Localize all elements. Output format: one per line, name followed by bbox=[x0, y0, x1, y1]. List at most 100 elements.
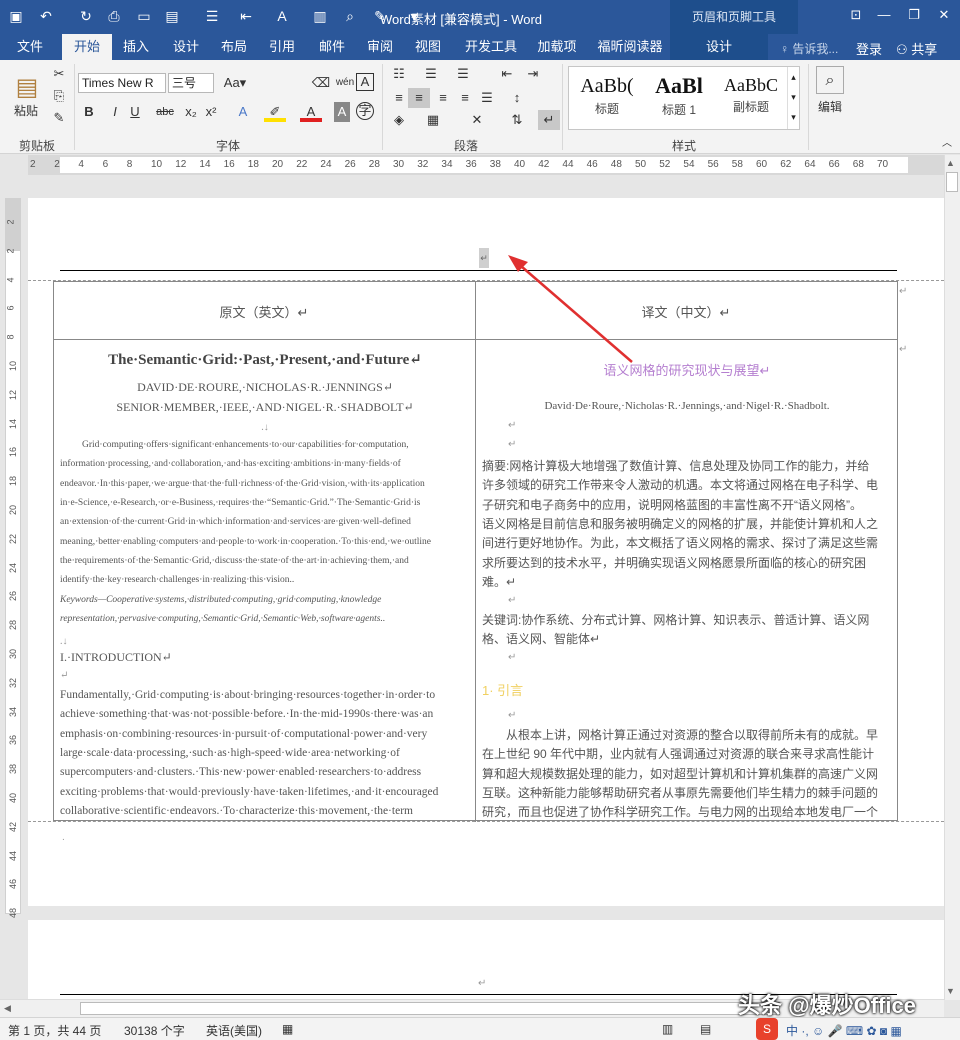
tab-mailings[interactable]: 邮件 bbox=[310, 34, 354, 60]
superscript-icon[interactable]: x² bbox=[200, 102, 222, 122]
italic-icon[interactable]: I bbox=[104, 102, 126, 122]
distributed-icon[interactable]: ☰ bbox=[476, 88, 498, 108]
en-abstract-line[interactable]: in·e-Science,·e-Research,·or·e-Business,… bbox=[60, 498, 470, 508]
word-count[interactable]: 30138 个字 bbox=[124, 1022, 185, 1039]
en-abstract-line[interactable]: meaning,·better·enabling·computers·and·p… bbox=[60, 537, 470, 547]
read-mode-icon[interactable]: ▥ bbox=[662, 1022, 673, 1036]
en-intro-line[interactable]: collaborative·scientific·endeavors.·To·c… bbox=[60, 805, 470, 817]
font-name-box[interactable]: Times New R bbox=[78, 73, 166, 93]
cn-intro-line[interactable]: 在上世纪 90 年代中期，业内就有人强调通过对资源的联合来寻求高性能计 bbox=[482, 745, 892, 762]
font-size-box[interactable]: 三号 bbox=[168, 73, 214, 93]
layout-icon[interactable]: ☰ bbox=[202, 6, 222, 26]
subscript-icon[interactable]: x₂ bbox=[180, 102, 202, 122]
tab-view[interactable]: 视图 bbox=[406, 34, 450, 60]
minimize-button[interactable]: — bbox=[870, 4, 898, 26]
tab-developer[interactable]: 开发工具 bbox=[458, 34, 524, 60]
en-intro-line[interactable]: large·scale·data·processing,·such·as·hig… bbox=[60, 747, 470, 759]
undo-icon[interactable]: ↶ bbox=[36, 6, 56, 26]
cn-abstract-line[interactable]: 语义网格是目前信息和服务被明确定义的网格的扩展，并能使计算机和人之 bbox=[482, 515, 892, 532]
style-title[interactable]: AaBb( 标题 bbox=[571, 67, 643, 129]
char-border-icon[interactable]: A bbox=[356, 73, 374, 91]
bullets-icon[interactable]: ☷ bbox=[388, 64, 410, 84]
enclose-char-icon[interactable]: 字 bbox=[356, 102, 374, 120]
en-authors-line2[interactable]: SENIOR·MEMBER,·IEEE,·AND·NIGEL·R.·SHADBO… bbox=[60, 400, 470, 415]
tab-file[interactable]: 文件 bbox=[8, 34, 52, 60]
header-cell-english[interactable]: 原文（英文）↵ bbox=[54, 302, 474, 321]
cn-intro-heading[interactable]: 1· 引言 bbox=[482, 680, 892, 699]
numbering-icon[interactable]: ☰ bbox=[420, 64, 442, 84]
en-intro-heading[interactable]: I.·INTRODUCTION↵ bbox=[60, 650, 470, 665]
tab-layout[interactable]: 布局 bbox=[212, 34, 256, 60]
sort-icon[interactable]: ⇅ bbox=[506, 110, 528, 130]
scroll-left-icon[interactable]: ◀ bbox=[4, 1003, 11, 1014]
tab-review[interactable]: 审阅 bbox=[358, 34, 402, 60]
pinyin-icon[interactable]: wén bbox=[334, 73, 356, 93]
en-authors-line1[interactable]: DAVID·DE·ROURE,·NICHOLAS·R.·JENNINGS↵ bbox=[60, 380, 470, 395]
horizontal-ruler[interactable]: 2 2 4 6 8 10 12 14 16 18 20 22 24 26 28 30 32 34 36 38 40 42 4… bbox=[28, 155, 944, 175]
tell-me-box[interactable]: ♀ 告诉我... bbox=[780, 40, 838, 57]
cn-intro-line[interactable]: 互联。这种新能力能够帮助研究者从事原先需要他们毕生精力的棘手问题的 bbox=[482, 784, 892, 801]
find-icon[interactable]: ⌕ bbox=[816, 66, 844, 94]
cn-abstract-line[interactable]: 间进行更好地协作。为此，本文概括了语义网格的需求、探讨了满足这些需 bbox=[482, 534, 892, 551]
cn-intro-line[interactable]: 从根本上讲，网格计算正通过对资源的整合以取得前所未有的成就。早 bbox=[482, 726, 892, 743]
cn-abstract-line[interactable]: 许多领域的研究工作带来令人激动的机遇。本文将通过网格在电子科学、电 bbox=[482, 476, 892, 493]
align-left-icon[interactable]: ≡ bbox=[388, 88, 410, 108]
text-effects-icon[interactable]: A bbox=[232, 102, 254, 122]
vertical-ruler[interactable]: 2 2 4 6 8 10 12 14 16 18 20 22 24 26 28 30 32 34 36 38 40 42 4… bbox=[5, 198, 21, 918]
ribbon-options-button[interactable]: ⊡ bbox=[842, 4, 870, 26]
line-spacing-icon[interactable]: ↕ bbox=[506, 88, 528, 108]
scroll-down-icon[interactable]: ▼ bbox=[946, 986, 955, 996]
en-abstract-line[interactable]: endeavor.·In·this·paper,·we·argue·that·t… bbox=[60, 479, 470, 489]
tab-header-footer-design[interactable]: 设计 bbox=[670, 34, 768, 60]
chinese-layout-icon[interactable]: ✕ bbox=[466, 110, 488, 130]
cn-abstract-line[interactable]: 难。↵ bbox=[482, 573, 892, 590]
en-intro-line[interactable]: Fundamentally,·Grid·computing·is·about·b… bbox=[60, 689, 470, 701]
align-qa-icon[interactable]: ⇤ bbox=[236, 6, 256, 26]
hscroll-thumb[interactable] bbox=[80, 1002, 780, 1015]
tab-foxit[interactable]: 福昕阅读器 bbox=[592, 34, 668, 60]
cn-intro-line[interactable]: 研究，而且也促进了协作科学研究工作。与电力网的出现给本地发电厂一个 bbox=[482, 803, 892, 820]
show-marks-icon[interactable]: ↵ bbox=[538, 110, 560, 130]
editing-button[interactable]: 编辑 bbox=[812, 98, 848, 115]
shading-icon[interactable]: ◈ bbox=[388, 110, 410, 130]
cn-keywords-line[interactable]: 格、语义网、智能体↵ bbox=[482, 630, 892, 647]
justify-icon[interactable]: ≡ bbox=[454, 88, 476, 108]
clear-format-icon[interactable]: ⌫ bbox=[310, 73, 332, 93]
language[interactable]: 英语(美国) bbox=[206, 1022, 262, 1039]
underline-icon[interactable]: U bbox=[124, 102, 146, 122]
cn-intro-line[interactable]: 算和超大规模数据处理的能力，如对超型计算机和计算机集群的高速广义网 bbox=[482, 765, 892, 782]
format-painter-icon[interactable]: ✎ bbox=[48, 108, 70, 128]
restore-button[interactable]: ❐ bbox=[900, 4, 928, 26]
en-abstract-line[interactable]: identify·the·key·research·challenges·in·… bbox=[60, 575, 470, 585]
align-right-icon[interactable]: ≡ bbox=[432, 88, 454, 108]
vertical-scrollbar[interactable] bbox=[944, 155, 960, 1000]
copy-icon[interactable]: ⎘ bbox=[48, 86, 70, 106]
collapse-ribbon-icon[interactable]: ︿ bbox=[936, 134, 958, 154]
print-preview-icon[interactable]: ⎙ bbox=[104, 6, 124, 26]
en-intro-line[interactable]: achieve·something·that·was·not·possible·… bbox=[60, 708, 470, 720]
char-shading-icon[interactable]: A bbox=[334, 102, 350, 122]
styles-scroll-icon[interactable]: ▴ ▾ ▾ bbox=[787, 67, 799, 129]
header-paragraph-mark[interactable]: ↵ bbox=[479, 248, 489, 268]
cn-title[interactable]: 语义网格的研究现状与展望↵ bbox=[482, 360, 892, 379]
cn-abstract-line[interactable]: 求所要达到的技术水平，并明确实现语义网格愿景所面临的核心的研究困 bbox=[482, 554, 892, 571]
tab-addins[interactable]: 加载项 bbox=[530, 34, 584, 60]
save-icon[interactable]: ▣ bbox=[6, 6, 26, 26]
borders-icon[interactable]: ▦ bbox=[422, 110, 444, 130]
align-center-icon[interactable]: ≡ bbox=[408, 88, 430, 108]
en-abstract-line[interactable]: information·processing,·and·collaboratio… bbox=[60, 459, 470, 469]
en-abstract-line[interactable]: Grid·computing·offers·significant·enhanc… bbox=[60, 440, 470, 450]
font-color-qa-icon[interactable]: A bbox=[272, 6, 292, 26]
macro-icon[interactable]: ▦ bbox=[282, 1022, 293, 1036]
redo-icon[interactable]: ↻ bbox=[76, 6, 96, 26]
highlight-icon[interactable]: ✐ bbox=[264, 102, 286, 122]
close-button[interactable]: ✕ bbox=[930, 4, 958, 26]
en-keywords-line[interactable]: representation,·pervasive·computing,·Sem… bbox=[60, 614, 470, 624]
en-abstract-line[interactable]: an·extension·of·the·current·Grid·in·whic… bbox=[60, 517, 470, 527]
sogou-ime-icon[interactable]: S bbox=[756, 1018, 778, 1040]
ime-mode-icon[interactable]: 中 ·, ☺ 🎤 ⌨ ✿ ◙ ▦ bbox=[786, 1022, 902, 1039]
scroll-up-icon[interactable]: ▲ bbox=[946, 158, 955, 168]
en-abstract-line[interactable]: the·requirements·of·the·Semantic·Grid,·d… bbox=[60, 556, 470, 566]
share-button[interactable]: ⚇ 共享 bbox=[896, 39, 937, 58]
cut-icon[interactable]: ✂ bbox=[48, 64, 70, 84]
